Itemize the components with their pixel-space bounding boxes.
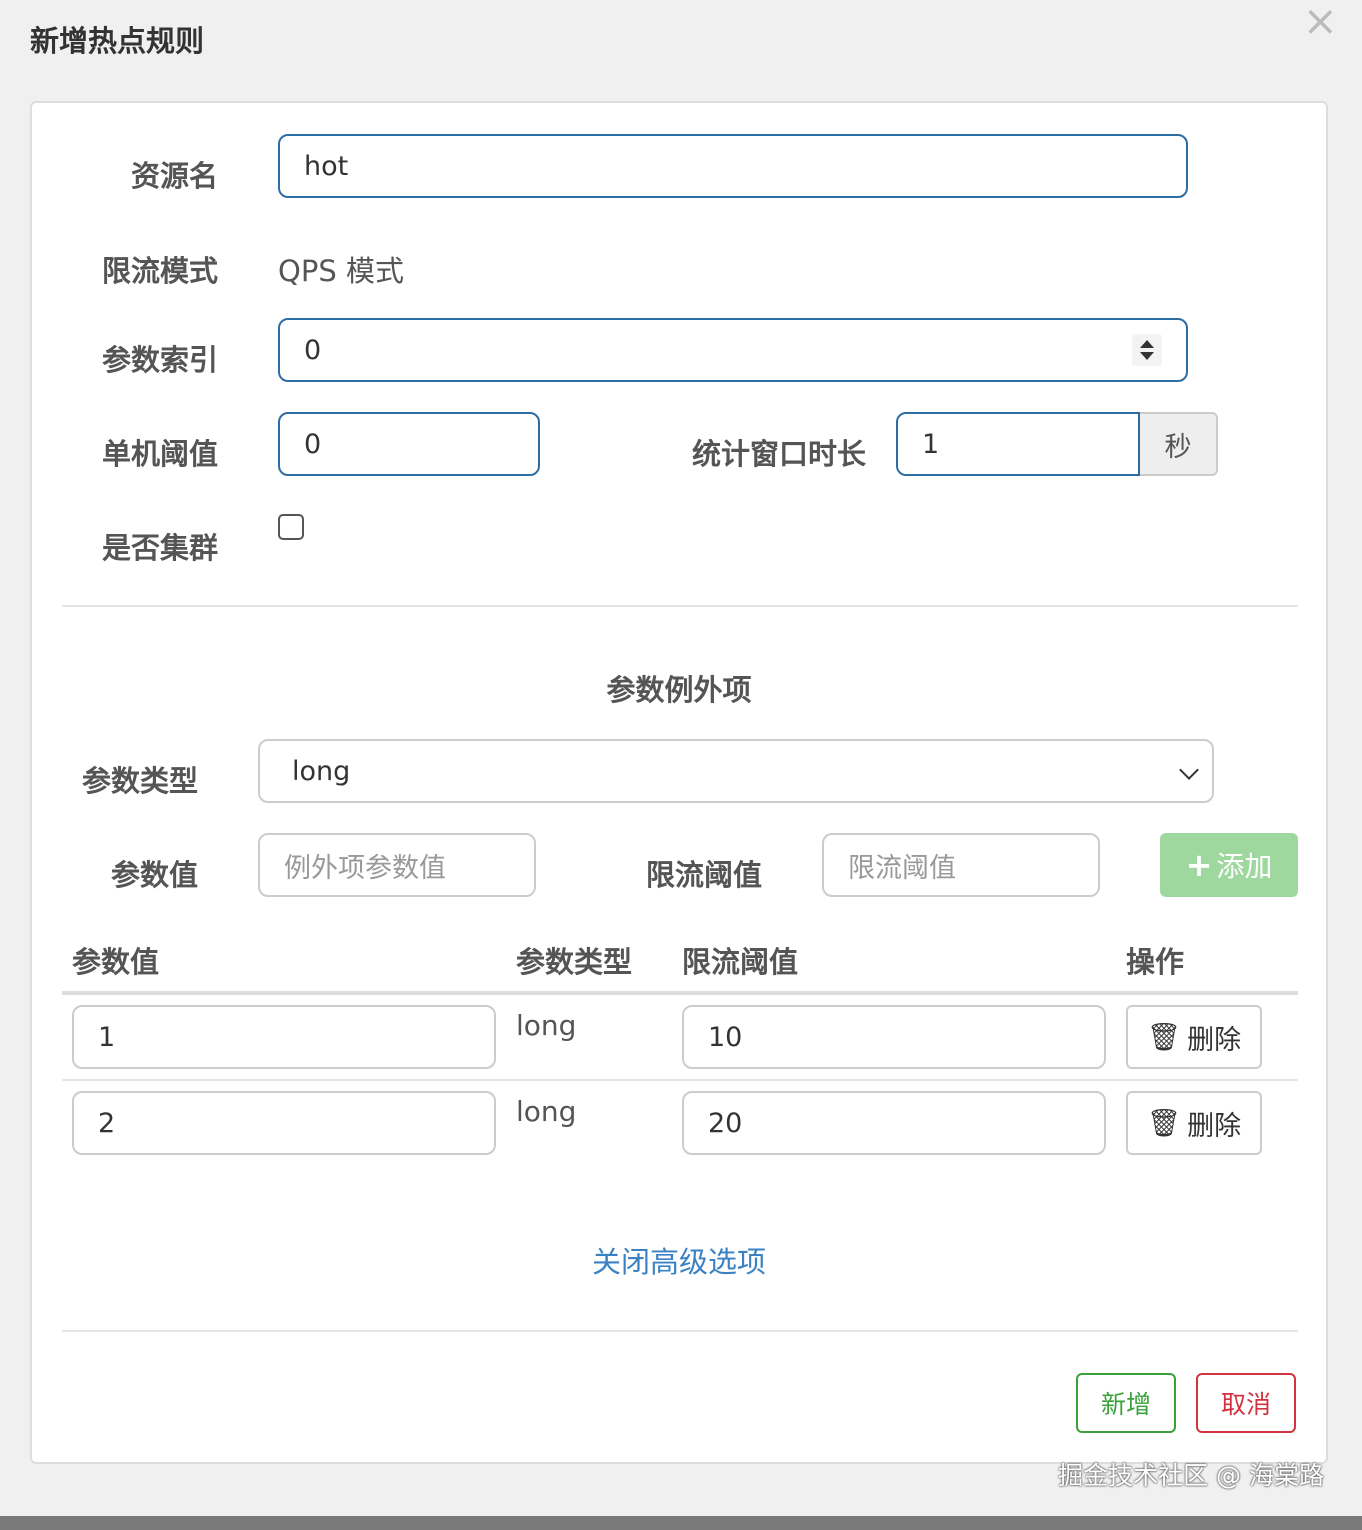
row-type: long — [516, 1095, 577, 1128]
number-spinner-icon[interactable] — [1132, 334, 1162, 366]
row-divider — [62, 1079, 1298, 1081]
param-type-value: long — [292, 755, 351, 787]
param-index-value: 0 — [304, 334, 322, 366]
table-header-divider — [62, 991, 1298, 995]
divider — [62, 605, 1298, 607]
chevron-down-icon — [1179, 760, 1199, 780]
row-type: long — [516, 1009, 577, 1042]
col-header-value: 参数值 — [72, 945, 160, 979]
modal-title: 新增热点规则 — [30, 24, 205, 58]
cancel-button[interactable]: 取消 — [1196, 1373, 1296, 1433]
exceptions-title: 参数例外项 — [606, 673, 752, 707]
window-unit-addon: 秒 — [1140, 412, 1218, 476]
resource-input[interactable]: hot — [278, 134, 1188, 198]
plus-icon: + — [1185, 846, 1213, 884]
limit-input[interactable]: 限流阈值 — [822, 833, 1100, 897]
param-type-label: 参数类型 — [81, 764, 198, 798]
row-limit-input[interactable]: 10 — [682, 1005, 1106, 1069]
cluster-label: 是否集群 — [101, 531, 218, 565]
add-button[interactable]: + 添加 — [1160, 833, 1298, 897]
window-label: 统计窗口时长 — [691, 437, 866, 471]
mode-label: 限流模式 — [101, 254, 218, 288]
delete-button-label: 删除 — [1187, 1110, 1242, 1142]
resource-label: 资源名 — [130, 159, 218, 193]
col-header-action: 操作 — [1126, 945, 1185, 979]
toggle-advanced-link[interactable]: 关闭高级选项 — [32, 1239, 1326, 1281]
submit-button[interactable]: 新增 — [1076, 1373, 1176, 1433]
single-threshold-input[interactable]: 0 — [278, 412, 540, 476]
delete-button-label: 删除 — [1187, 1024, 1242, 1056]
param-index-input[interactable]: 0 — [278, 318, 1188, 382]
add-button-label: 添加 — [1216, 850, 1273, 883]
form-panel: 资源名 hot 限流模式 QPS 模式 参数索引 0 单机阈值 0 统计窗口时长… — [30, 101, 1328, 1464]
trash-icon: 🗑 — [1146, 1108, 1182, 1139]
param-index-label: 参数索引 — [101, 343, 218, 377]
cluster-checkbox[interactable] — [278, 514, 304, 540]
bottom-bar — [0, 1516, 1362, 1530]
col-header-limit: 限流阈值 — [682, 945, 799, 979]
delete-button[interactable]: 🗑 删除 — [1126, 1091, 1262, 1155]
footer-divider — [62, 1330, 1298, 1332]
param-value-label: 参数值 — [110, 858, 198, 892]
row-value-input[interactable]: 2 — [72, 1091, 496, 1155]
single-threshold-label: 单机阈值 — [101, 437, 218, 471]
row-limit-input[interactable]: 20 — [682, 1091, 1106, 1155]
trash-icon: 🗑 — [1146, 1022, 1182, 1053]
window-input[interactable]: 1 — [896, 412, 1140, 476]
col-header-type: 参数类型 — [516, 945, 633, 979]
limit-label: 限流阈值 — [645, 858, 762, 892]
row-value-input[interactable]: 1 — [72, 1005, 496, 1069]
close-icon[interactable]: × — [1303, 0, 1338, 42]
mode-value: QPS 模式 — [278, 254, 404, 288]
watermark: 掘金技术社区 @ 海棠路 — [1058, 1461, 1324, 1490]
delete-button[interactable]: 🗑 删除 — [1126, 1005, 1262, 1069]
param-value-input[interactable]: 例外项参数值 — [258, 833, 536, 897]
param-type-select[interactable]: long — [258, 739, 1214, 803]
